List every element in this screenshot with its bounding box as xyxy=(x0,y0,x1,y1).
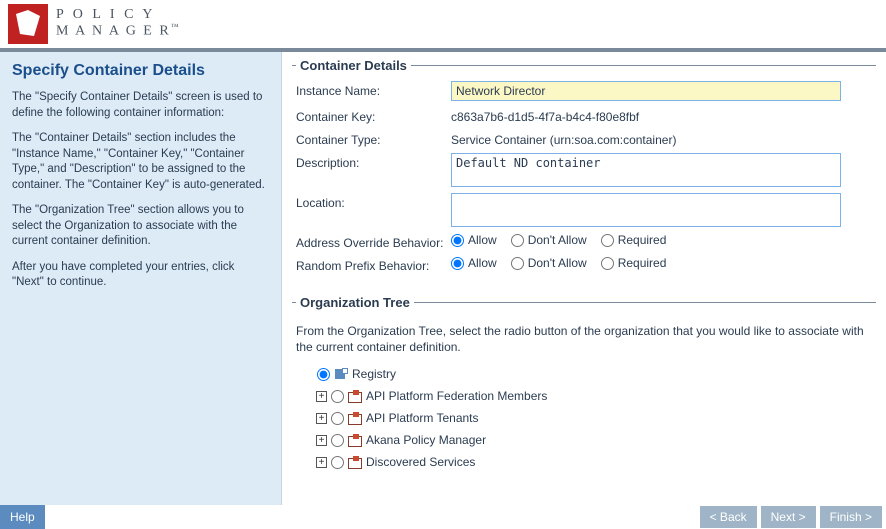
org-node-label[interactable]: API Platform Federation Members xyxy=(366,389,547,403)
organization-icon xyxy=(348,434,362,446)
row-instance-name: Instance Name: xyxy=(296,81,872,101)
content-pane: Container Details Instance Name: Contain… xyxy=(282,52,886,505)
sidebar-p3: The "Organization Tree" section allows y… xyxy=(12,203,269,250)
sidebar-p2: The "Container Details" section includes… xyxy=(12,131,269,193)
value-container-key: c863a7b6-d1d5-4f7a-b4c4-f80e8fbf xyxy=(451,107,872,124)
row-random-prefix: Random Prefix Behavior: Allow Don't Allo… xyxy=(296,256,872,273)
random-prefix-allow-radio[interactable] xyxy=(451,257,464,270)
description-input[interactable] xyxy=(451,153,841,187)
random-prefix-dont-radio[interactable] xyxy=(511,257,524,270)
random-prefix-required[interactable]: Required xyxy=(601,256,667,270)
org-tree-legend: Organization Tree xyxy=(296,295,414,310)
tree-spacer xyxy=(302,369,313,380)
label-addr-override: Address Override Behavior: xyxy=(296,233,451,250)
wizard-button-group: < Back Next > Finish > xyxy=(700,505,886,529)
org-tree-node: + API Platform Federation Members xyxy=(316,389,872,403)
container-details-legend: Container Details xyxy=(296,58,411,73)
expand-icon[interactable]: + xyxy=(316,457,327,468)
org-tree: Registry + API Platform Federation Members… xyxy=(302,367,872,469)
label-container-key: Container Key: xyxy=(296,107,451,124)
org-select-radio[interactable] xyxy=(331,434,344,447)
addr-override-dont[interactable]: Don't Allow xyxy=(511,233,587,247)
app-header: P O L I C Y M A N A G E R™ xyxy=(0,0,886,52)
random-prefix-required-radio[interactable] xyxy=(601,257,614,270)
label-instance-name: Instance Name: xyxy=(296,81,451,98)
org-node-label[interactable]: API Platform Tenants xyxy=(366,411,479,425)
org-select-radio[interactable] xyxy=(317,368,330,381)
organization-icon xyxy=(348,412,362,424)
expand-icon[interactable]: + xyxy=(316,391,327,402)
addr-override-allow-radio[interactable] xyxy=(451,234,464,247)
org-select-radio[interactable] xyxy=(331,390,344,403)
label-container-type: Container Type: xyxy=(296,130,451,147)
logo-text: P O L I C Y M A N A G E R™ xyxy=(56,8,179,39)
row-addr-override: Address Override Behavior: Allow Don't A… xyxy=(296,233,872,250)
wizard-footer: Help < Back Next > Finish > xyxy=(0,505,886,529)
next-button[interactable]: Next > xyxy=(761,506,816,528)
registry-icon xyxy=(334,368,348,380)
addr-override-required[interactable]: Required xyxy=(601,233,667,247)
value-container-type: Service Container (urn:soa.com:container… xyxy=(451,130,872,147)
random-prefix-group: Allow Don't Allow Required xyxy=(451,256,666,270)
org-select-radio[interactable] xyxy=(331,456,344,469)
row-location: Location: xyxy=(296,193,872,227)
org-node-label[interactable]: Discovered Services xyxy=(366,455,475,469)
help-button[interactable]: Help xyxy=(0,505,45,529)
brand-line1: P O L I C Y xyxy=(56,8,179,23)
random-prefix-dont[interactable]: Don't Allow xyxy=(511,256,587,270)
row-description: Description: xyxy=(296,153,872,187)
addr-override-required-radio[interactable] xyxy=(601,234,614,247)
main-area: Specify Container Details The "Specify C… xyxy=(0,52,886,505)
row-container-key: Container Key: c863a7b6-d1d5-4f7a-b4c4-f… xyxy=(296,107,872,124)
expand-icon[interactable]: + xyxy=(316,413,327,424)
addr-override-allow[interactable]: Allow xyxy=(451,233,497,247)
sidebar-p4: After you have completed your entries, c… xyxy=(12,260,269,291)
org-tree-fieldset: Organization Tree From the Organization … xyxy=(292,295,876,487)
random-prefix-allow[interactable]: Allow xyxy=(451,256,497,270)
logo-icon xyxy=(8,4,48,44)
finish-button[interactable]: Finish > xyxy=(820,506,882,528)
org-node-label[interactable]: Akana Policy Manager xyxy=(366,433,486,447)
organization-icon xyxy=(348,456,362,468)
label-description: Description: xyxy=(296,153,451,170)
row-container-type: Container Type: Service Container (urn:s… xyxy=(296,130,872,147)
org-tree-node: Registry xyxy=(302,367,872,381)
location-input[interactable] xyxy=(451,193,841,227)
org-node-label[interactable]: Registry xyxy=(352,367,396,381)
addr-override-dont-radio[interactable] xyxy=(511,234,524,247)
org-tree-node: + Akana Policy Manager xyxy=(316,433,872,447)
label-random-prefix: Random Prefix Behavior: xyxy=(296,256,451,273)
brand-line2: M A N A G E R™ xyxy=(56,23,179,39)
back-button[interactable]: < Back xyxy=(700,506,757,528)
label-location: Location: xyxy=(296,193,451,210)
org-tree-node: + Discovered Services xyxy=(316,455,872,469)
expand-icon[interactable]: + xyxy=(316,435,327,446)
addr-override-group: Allow Don't Allow Required xyxy=(451,233,666,247)
container-details-fieldset: Container Details Instance Name: Contain… xyxy=(292,58,876,289)
sidebar-p1: The "Specify Container Details" screen i… xyxy=(12,90,269,121)
instance-name-input[interactable] xyxy=(451,81,841,101)
instruction-sidebar: Specify Container Details The "Specify C… xyxy=(0,52,282,505)
org-tree-info: From the Organization Tree, select the r… xyxy=(296,324,872,355)
org-tree-node: + API Platform Tenants xyxy=(316,411,872,425)
sidebar-title: Specify Container Details xyxy=(12,62,269,80)
organization-icon xyxy=(348,390,362,402)
org-select-radio[interactable] xyxy=(331,412,344,425)
